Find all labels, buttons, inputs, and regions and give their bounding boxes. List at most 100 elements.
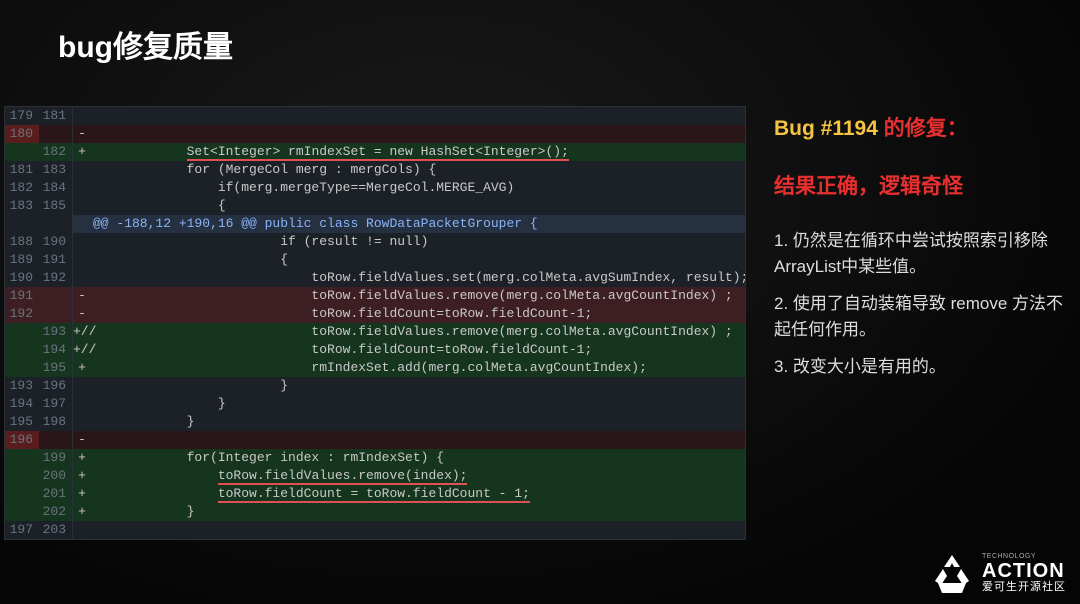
bug-title: Bug #1194 的修复： bbox=[774, 112, 1064, 142]
diff-code bbox=[91, 431, 745, 449]
bug-points: 1. 仍然是在循环中尝试按照索引移除ArrayList中某些值。 2. 使用了自… bbox=[774, 228, 1064, 380]
diff-sign bbox=[73, 179, 91, 197]
gutter-new: 190 bbox=[39, 233, 73, 251]
gutter-old bbox=[5, 341, 39, 359]
diff-code: toRow.fieldValues.remove(merg.colMeta.av… bbox=[91, 323, 745, 341]
slide: bug修复质量 179181180-182+ Set<Integer> rmIn… bbox=[0, 0, 1080, 604]
gutter-old: 188 bbox=[5, 233, 39, 251]
diff-row: 193196 } bbox=[5, 377, 745, 395]
diff-row: 195198 } bbox=[5, 413, 745, 431]
diff-sign bbox=[73, 395, 91, 413]
point-item: 3. 改变大小是有用的。 bbox=[774, 354, 1064, 380]
diff-row: 180- bbox=[5, 125, 745, 143]
diff-code: } bbox=[91, 503, 745, 521]
gutter-old: 189 bbox=[5, 251, 39, 269]
diff-row: 195+ rmIndexSet.add(merg.colMeta.avgCoun… bbox=[5, 359, 745, 377]
diff-row: @@ -188,12 +190,16 @@ public class RowDa… bbox=[5, 215, 745, 233]
gutter-new: 184 bbox=[39, 179, 73, 197]
gutter-old: 182 bbox=[5, 179, 39, 197]
diff-code: toRow.fieldValues.set(merg.colMeta.avgSu… bbox=[91, 269, 745, 287]
diff-row: 193+// toRow.fieldValues.remove(merg.col… bbox=[5, 323, 745, 341]
gutter-new: 185 bbox=[39, 197, 73, 215]
diff-code: } bbox=[91, 377, 745, 395]
gutter-new: 193 bbox=[39, 323, 73, 341]
diff-row: 190192 toRow.fieldValues.set(merg.colMet… bbox=[5, 269, 745, 287]
gutter-old bbox=[5, 215, 39, 233]
diff-row: 179181 bbox=[5, 107, 745, 125]
gutter-new: 194 bbox=[39, 341, 73, 359]
gutter-old: 196 bbox=[5, 431, 39, 449]
gutter-new: 203 bbox=[39, 521, 73, 539]
diff-code bbox=[91, 107, 745, 125]
gutter-new: 183 bbox=[39, 161, 73, 179]
diff-code: toRow.fieldCount=toRow.fieldCount-1; bbox=[91, 341, 745, 359]
diff-sign: + bbox=[73, 503, 91, 521]
gutter-new: 202 bbox=[39, 503, 73, 521]
diff-sign: +// bbox=[73, 323, 91, 341]
gutter-new bbox=[39, 305, 73, 323]
gutter-old bbox=[5, 503, 39, 521]
diff-row: 196 - bbox=[5, 431, 745, 449]
diff-sign bbox=[73, 161, 91, 179]
diff-row: 182184 if(merg.mergeType==MergeCol.MERGE… bbox=[5, 179, 745, 197]
logo-text: TECHNOLOGY ACTION 爱可生开源社区 bbox=[982, 553, 1066, 594]
gutter-old: 190 bbox=[5, 269, 39, 287]
diff-row: 183185 { bbox=[5, 197, 745, 215]
diff-sign bbox=[73, 413, 91, 431]
gutter-old: 192 bbox=[5, 305, 39, 323]
diff-row: 181183 for (MergeCol merg : mergCols) { bbox=[5, 161, 745, 179]
gutter-old: 180 bbox=[5, 125, 39, 143]
gutter-new: 200 bbox=[39, 467, 73, 485]
gutter-new: 201 bbox=[39, 485, 73, 503]
gutter-new: 191 bbox=[39, 251, 73, 269]
diff-sign bbox=[73, 197, 91, 215]
diff-sign: + bbox=[73, 485, 91, 503]
point-item: 2. 使用了自动装箱导致 remove 方法不起任何作用。 bbox=[774, 291, 1064, 342]
brand-logo: TECHNOLOGY ACTION 爱可生开源社区 bbox=[930, 552, 1066, 596]
gutter-new bbox=[39, 287, 73, 305]
diff-view: 179181180-182+ Set<Integer> rmIndexSet =… bbox=[4, 106, 746, 540]
diff-sign bbox=[73, 269, 91, 287]
diff-code: rmIndexSet.add(merg.colMeta.avgCountInde… bbox=[91, 359, 745, 377]
bug-fix-label: 的修复： bbox=[884, 117, 968, 140]
point-item: 1. 仍然是在循环中尝试按照索引移除ArrayList中某些值。 bbox=[774, 228, 1064, 279]
gutter-old bbox=[5, 359, 39, 377]
diff-sign bbox=[73, 251, 91, 269]
diff-sign: - bbox=[73, 287, 91, 305]
gutter-old bbox=[5, 449, 39, 467]
gutter-new bbox=[39, 215, 73, 233]
gutter-new: 182 bbox=[39, 143, 73, 161]
gutter-old: 191 bbox=[5, 287, 39, 305]
sidebar: Bug #1194 的修复： 结果正确，逻辑奇怪 1. 仍然是在循环中尝试按照索… bbox=[774, 112, 1064, 392]
diff-row: 194197 } bbox=[5, 395, 745, 413]
diff-code: } bbox=[91, 413, 745, 431]
logo-name: ACTION bbox=[982, 561, 1066, 581]
bug-subtitle: 结果正确，逻辑奇怪 bbox=[774, 170, 1064, 200]
logo-sub: 爱可生开源社区 bbox=[982, 581, 1066, 594]
diff-code: if (result != null) bbox=[91, 233, 745, 251]
diff-sign bbox=[73, 233, 91, 251]
diff-sign bbox=[73, 521, 91, 539]
diff-sign: + bbox=[73, 359, 91, 377]
diff-sign: - bbox=[73, 305, 91, 323]
recycle-icon bbox=[930, 552, 974, 596]
gutter-old bbox=[5, 323, 39, 341]
bug-number: Bug #1194 bbox=[774, 117, 884, 140]
diff-sign: + bbox=[73, 143, 91, 161]
diff-sign: - bbox=[73, 431, 91, 449]
diff-row: 202+ } bbox=[5, 503, 745, 521]
diff-row: 201+ toRow.fieldCount = toRow.fieldCount… bbox=[5, 485, 745, 503]
diff-row: 197203 bbox=[5, 521, 745, 539]
diff-sign bbox=[73, 377, 91, 395]
diff-code bbox=[91, 125, 745, 143]
diff-code bbox=[91, 521, 745, 539]
gutter-old: 181 bbox=[5, 161, 39, 179]
diff-code: toRow.fieldCount = toRow.fieldCount - 1; bbox=[91, 485, 745, 503]
gutter-old: 183 bbox=[5, 197, 39, 215]
diff-code: Set<Integer> rmIndexSet = new HashSet<In… bbox=[91, 143, 745, 161]
diff-row: 200+ toRow.fieldValues.remove(index); bbox=[5, 467, 745, 485]
diff-code: toRow.fieldCount=toRow.fieldCount-1; bbox=[91, 305, 745, 323]
gutter-new: 197 bbox=[39, 395, 73, 413]
diff-code: if(merg.mergeType==MergeCol.MERGE_AVG) bbox=[91, 179, 745, 197]
gutter-new: 198 bbox=[39, 413, 73, 431]
